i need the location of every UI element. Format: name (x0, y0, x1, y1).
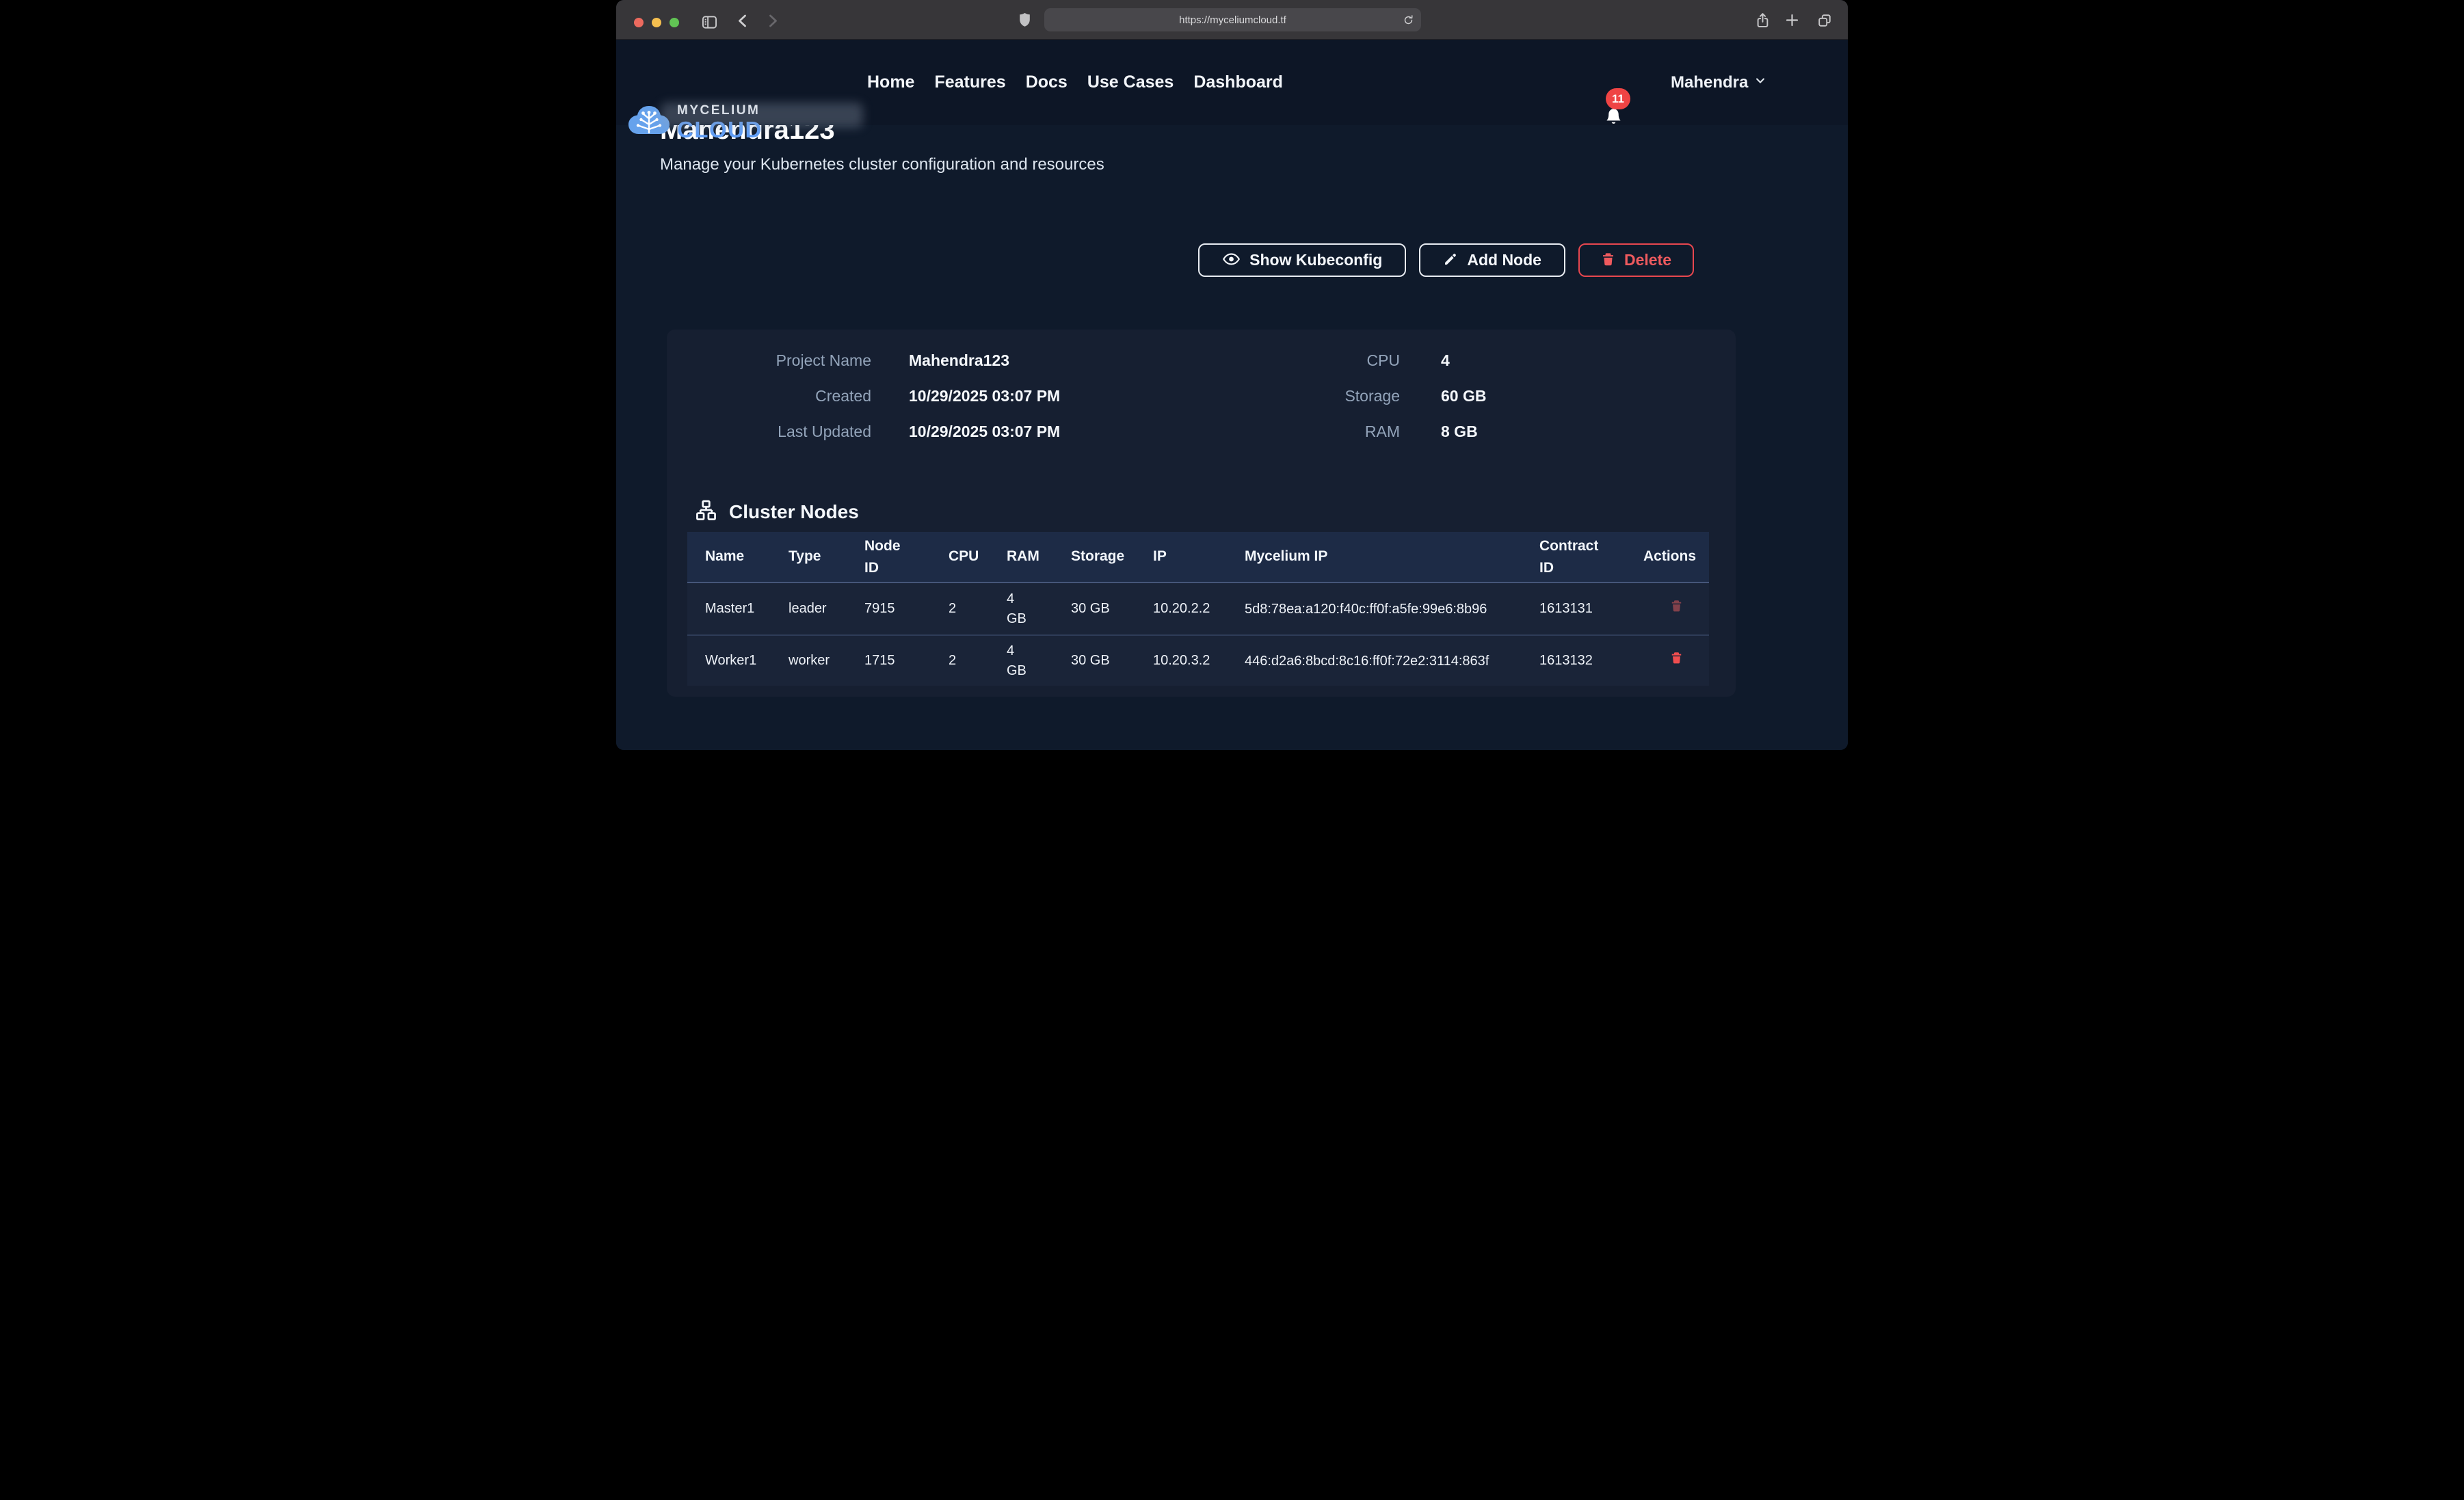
info-row-storage: Storage 60 GB (1213, 386, 1486, 405)
project-name-value: Mahendra123 (909, 351, 1009, 370)
info-row-project-name: Project Name Mahendra123 (667, 351, 1060, 370)
ram-value: 8 GB (1441, 423, 1478, 441)
add-node-button[interactable]: Add Node (1419, 243, 1565, 277)
cluster-nodes-heading: Cluster Nodes (695, 499, 859, 525)
col-node-id: Node ID (864, 535, 907, 578)
zoom-window-button[interactable] (670, 18, 679, 27)
col-ram: RAM (1007, 546, 1071, 567)
notification-badge: 11 (1606, 88, 1630, 109)
col-actions: Actions (1643, 546, 1709, 567)
show-kubeconfig-label: Show Kubeconfig (1249, 251, 1382, 269)
node-storage: 30 GB (1071, 599, 1153, 619)
last-updated-value: 10/29/2025 03:07 PM (909, 423, 1060, 441)
created-value: 10/29/2025 03:07 PM (909, 387, 1060, 405)
cluster-detail-panel: Project Name Mahendra123 Created 10/29/2… (667, 330, 1736, 697)
cpu-value: 4 (1441, 351, 1450, 370)
col-name: Name (705, 546, 789, 567)
node-contract-id: 1613132 (1539, 651, 1643, 671)
node-contract-id: 1613131 (1539, 599, 1643, 619)
col-mycelium-ip: Mycelium IP (1245, 546, 1539, 567)
main-nav: Home Features Docs Use Cases Dashboard (867, 40, 1283, 125)
last-updated-label: Last Updated (667, 423, 871, 441)
node-cpu: 2 (949, 651, 1007, 671)
node-type: worker (789, 651, 864, 671)
col-contract-id: Contract ID (1539, 535, 1604, 578)
privacy-shield-icon[interactable] (1018, 12, 1031, 27)
storage-value: 60 GB (1441, 387, 1486, 405)
storage-label: Storage (1213, 387, 1400, 405)
node-id: 1715 (864, 651, 949, 671)
ram-label: RAM (1213, 423, 1400, 441)
cpu-label: CPU (1213, 351, 1400, 370)
eye-icon (1222, 251, 1241, 269)
user-menu[interactable]: Mahendra (1671, 40, 1766, 125)
node-mycelium-ip: 5d8:78ea:a120:f40c:ff0f:a5fe:99e6:8b96 (1245, 599, 1526, 619)
url-text: https://myceliumcloud.tf (1179, 14, 1286, 26)
node-ram: 4 GB (1007, 641, 1027, 681)
address-bar[interactable]: https://myceliumcloud.tf (1044, 8, 1421, 31)
nav-item-features[interactable]: Features (934, 72, 1005, 92)
node-storage: 30 GB (1071, 651, 1153, 671)
cluster-actions: Show Kubeconfig Add Node (1198, 243, 1694, 277)
nodes-table: Name Type Node ID CPU RAM Storage IP Myc… (687, 532, 1709, 686)
project-name-label: Project Name (667, 351, 871, 370)
user-name: Mahendra (1671, 73, 1748, 92)
node-name: Master1 (705, 599, 789, 619)
close-window-button[interactable] (634, 18, 644, 27)
col-storage: Storage (1071, 546, 1153, 567)
node-ip: 10.20.2.2 (1153, 599, 1245, 619)
node-ip: 10.20.3.2 (1153, 651, 1245, 671)
table-row-master1: Master1 leader 7915 2 4 GB 30 GB 10.20.2… (687, 583, 1709, 634)
chevron-down-icon (1754, 75, 1766, 90)
minimize-window-button[interactable] (652, 18, 661, 27)
cluster-info-right: CPU 4 Storage 60 GB RAM 8 GB (1213, 351, 1486, 457)
reload-icon[interactable] (1403, 14, 1414, 26)
nav-item-use-cases[interactable]: Use Cases (1087, 72, 1174, 92)
sidebar-toggle-icon[interactable] (702, 15, 717, 29)
nav-item-docs[interactable]: Docs (1026, 72, 1068, 92)
back-icon[interactable] (736, 14, 749, 28)
cluster-nodes-title: Cluster Nodes (729, 501, 859, 523)
delete-cluster-button[interactable]: Delete (1578, 243, 1694, 277)
info-row-created: Created 10/29/2025 03:07 PM (667, 386, 1060, 405)
col-cpu: CPU (949, 546, 1007, 567)
page-content: Mahendra123 Manage your Kubernetes clust… (616, 40, 1848, 750)
table-header-row: Name Type Node ID CPU RAM Storage IP Myc… (687, 532, 1709, 583)
node-mycelium-ip: 446:d2a6:8bcd:8c16:ff0f:72e2:3114:863f (1245, 651, 1526, 671)
add-node-label: Add Node (1467, 251, 1541, 269)
node-name: Worker1 (705, 651, 789, 671)
show-kubeconfig-button[interactable]: Show Kubeconfig (1198, 243, 1406, 277)
trash-icon (1601, 252, 1615, 269)
bell-icon[interactable] (1603, 107, 1624, 131)
forward-icon[interactable] (767, 14, 780, 28)
page-subtitle: Manage your Kubernetes cluster configura… (660, 155, 1104, 174)
node-type: leader (789, 599, 864, 619)
node-id: 7915 (864, 599, 949, 619)
share-icon[interactable] (1756, 12, 1770, 28)
tab-overview-icon[interactable] (1817, 13, 1832, 28)
delete-node-icon[interactable] (1670, 651, 1683, 671)
created-label: Created (667, 387, 871, 405)
info-row-cpu: CPU 4 (1213, 351, 1486, 370)
info-row-last-updated: Last Updated 10/29/2025 03:07 PM (667, 422, 1060, 441)
browser-window: https://myceliumcloud.tf (616, 0, 1848, 750)
cluster-info-left: Project Name Mahendra123 Created 10/29/2… (667, 351, 1060, 457)
col-type: Type (789, 546, 864, 567)
delete-node-icon[interactable] (1670, 599, 1683, 619)
pencil-icon (1443, 252, 1458, 269)
node-ram: 4 GB (1007, 589, 1027, 629)
blurred-redaction-overlay (661, 103, 863, 128)
browser-toolbar: https://myceliumcloud.tf (616, 0, 1848, 40)
delete-label: Delete (1624, 251, 1671, 269)
table-row-worker1: Worker1 worker 1715 2 4 GB 30 GB 10.20.3… (687, 634, 1709, 686)
nav-item-home[interactable]: Home (867, 72, 914, 92)
new-tab-icon[interactable] (1786, 14, 1799, 27)
info-row-ram: RAM 8 GB (1213, 422, 1486, 441)
nav-item-dashboard[interactable]: Dashboard (1193, 72, 1283, 92)
col-ip: IP (1153, 546, 1245, 567)
node-cpu: 2 (949, 599, 1007, 619)
sitemap-icon (695, 499, 717, 525)
